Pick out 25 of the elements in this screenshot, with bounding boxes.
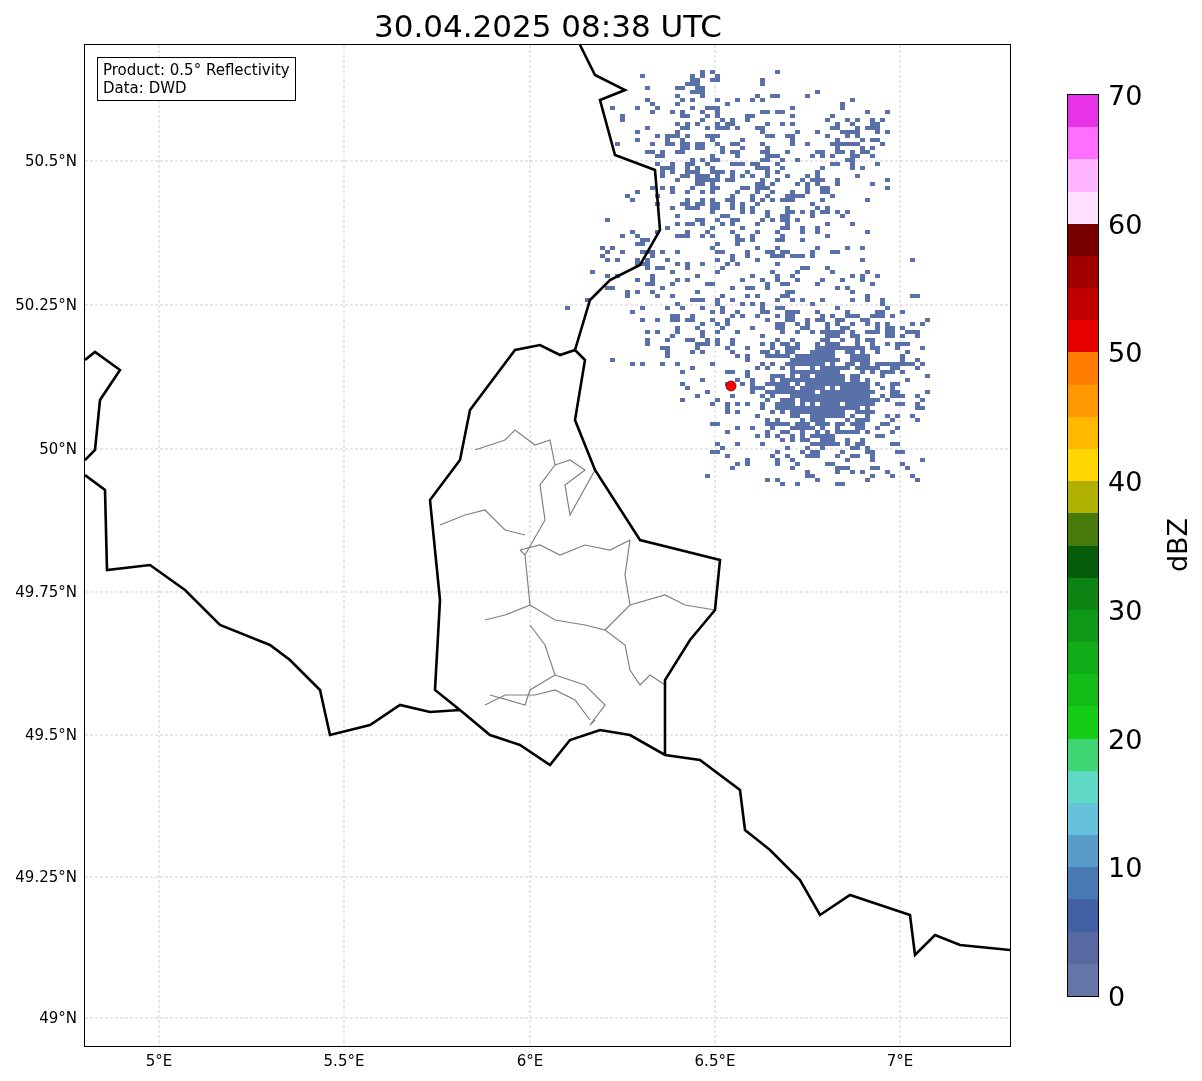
colorbar-tick-label: 60 bbox=[1108, 208, 1143, 240]
colorbar-tick-label: 10 bbox=[1108, 851, 1143, 883]
latitude-label: 49.25°N bbox=[15, 868, 77, 886]
longitude-label: 6°E bbox=[516, 1052, 544, 1070]
latitude-label: 49.75°N bbox=[15, 583, 77, 601]
longitude-label: 5.5°E bbox=[323, 1052, 365, 1070]
latitude-label: 50°N bbox=[39, 440, 77, 458]
latitude-label: 49.5°N bbox=[24, 726, 77, 744]
colorbar-tick-label: 70 bbox=[1108, 79, 1143, 111]
latitude-label: 49°N bbox=[39, 1009, 77, 1027]
info-text: Product: 0.5° Reflectivity bbox=[103, 61, 290, 79]
chart-title: 30.04.2025 08:38 UTC bbox=[373, 7, 723, 45]
colorbar-tick-label: 30 bbox=[1108, 594, 1143, 626]
info-text: Data: DWD bbox=[103, 79, 188, 97]
radar-site-marker bbox=[725, 380, 737, 392]
latitude-label: 50.25°N bbox=[15, 296, 77, 314]
colorbar-tick-label: 20 bbox=[1108, 723, 1143, 755]
colorbar-label: dBZ bbox=[1161, 517, 1193, 573]
colorbar-tick-label: 40 bbox=[1108, 465, 1143, 497]
longitude-label: 6.5°E bbox=[694, 1052, 736, 1070]
colorbar-tick-label: 50 bbox=[1108, 336, 1143, 368]
latitude-label: 50.5°N bbox=[24, 152, 77, 170]
longitude-label: 7°E bbox=[886, 1052, 914, 1070]
colorbar-tick-label: 0 bbox=[1108, 980, 1126, 1012]
longitude-label: 5°E bbox=[145, 1052, 173, 1070]
